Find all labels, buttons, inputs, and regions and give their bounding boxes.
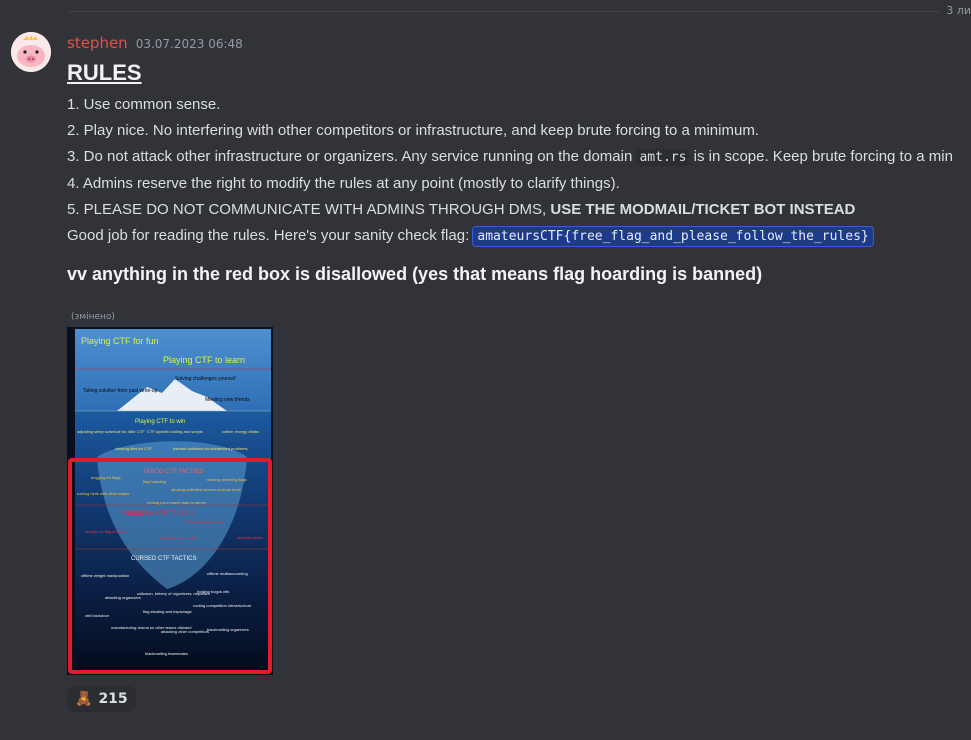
tier-text: ctfd backdoor [85, 613, 110, 618]
message: stephen 03.07.2023 06:48 RULES 1. Use co… [67, 34, 971, 285]
rule-5: 5. PLEASE DO NOT COMMUNICATE WITH ADMINS… [67, 197, 971, 223]
edited-label: (змінено) [71, 312, 115, 322]
tier-text: adderall abuse [237, 535, 264, 540]
rule-1: 1. Use common sense. [67, 96, 221, 113]
tier-text: TABOO CTF TACTICS [143, 469, 204, 475]
tier-text: banned solutions for unintended problems [173, 446, 248, 451]
rule-3-text-end: is in scope. Keep brute forcing to a min [689, 148, 953, 165]
tier-text: Meeting new friends [205, 397, 250, 403]
tier-text: sharing cheesing flags [207, 477, 247, 482]
tier-text: clearing tiles for CTF [115, 446, 152, 451]
tier-text: FORBIDDEN CTF TACTICS [119, 511, 194, 517]
tier-text: ctftime weight manipulation [81, 573, 129, 578]
tier-text: trading hints with other teams [77, 491, 129, 496]
tier-text: flag stealing and espionage [143, 609, 192, 614]
tier-text: Playing CTF to learn [163, 355, 245, 365]
message-header: stephen 03.07.2023 06:48 [67, 34, 971, 52]
timestamp[interactable]: 03.07.2023 06:48 [136, 37, 243, 51]
tier-text: blackmailing teammates [145, 651, 188, 656]
tier-text: Taking solution from past write-up [83, 388, 158, 394]
flag-code[interactable]: amateursCTF{free_flag_and_please_follow_… [472, 226, 874, 247]
tier-text: abusing unlimited servers to brute force [171, 487, 242, 492]
tier-text: renting ips in same data to server [147, 500, 207, 505]
username[interactable]: stephen [67, 34, 128, 52]
tier-text: attacking other competitors [161, 629, 209, 634]
tier-text: adjusting sleep schedule for 48hr CTF [77, 429, 145, 434]
rule-5-text: 5. PLEASE DO NOT COMMUNICATE WITH ADMINS… [67, 201, 551, 218]
rules-list: 1. Use common sense. 2. Play nice. No in… [67, 92, 971, 250]
iceberg-graphic: Playing CTF for fun Playing CTF to learn… [67, 327, 273, 675]
iceberg-image[interactable]: Playing CTF for fun Playing CTF to learn… [67, 327, 273, 675]
subheading: vv anything in the red box is disallowed… [67, 264, 763, 284]
divider-line [67, 11, 941, 12]
tier-text: Playing CTF to win [135, 419, 185, 425]
tier-text: flag hoarding [143, 479, 166, 484]
sanity-text: Good job for reading the rules. Here's y… [67, 227, 474, 244]
sanity-line: Good job for reading the rules. Here's y… [67, 223, 971, 250]
tier-text: coffee; energy drinks [222, 429, 259, 434]
divider-label: 3 ли [940, 4, 971, 17]
tier-text: CTF-specific tooling and scripts [147, 429, 203, 434]
tier-text: rooting competition infrastructure [193, 603, 252, 608]
tier-text: dropping in flags early [185, 519, 224, 524]
rule-5-bold: USE THE MODMAIL/TICKET BOT INSTEAD [550, 201, 856, 218]
rule-4: 4. Admins reserve the right to modify th… [67, 175, 620, 192]
tier-text: attacking organizers [105, 595, 141, 600]
domain-code: amt.rs [636, 149, 690, 166]
teddy-bear-icon: 🧸 [75, 691, 93, 707]
reaction-button[interactable]: 🧸 215 [67, 686, 136, 712]
rule-2: 2. Play nice. No interfering with other … [67, 122, 759, 139]
tier-text: Playing CTF for fun [81, 336, 159, 346]
avatar[interactable] [11, 32, 51, 72]
tier-text: CURSED CTF TACTICS [131, 556, 196, 562]
rule-3: 3. Do not attack other infrastructure or… [67, 144, 971, 171]
rules-title: RULES [67, 60, 142, 85]
tier-text: ctftime multiaccounting [207, 571, 248, 576]
reaction-count: 215 [98, 691, 128, 707]
tier-text: straight up flag sharing [85, 529, 125, 534]
rule-3-text: 3. Do not attack other infrastructure or… [67, 148, 637, 165]
tier-text: infiltrating other teams [159, 535, 198, 540]
pig-avatar-icon [11, 32, 51, 72]
tier-text: hosting bogus ctfs [197, 589, 229, 594]
tier-text: blackmailing organizers [207, 627, 249, 632]
tier-text: Solving challenges yourself [175, 376, 236, 382]
tier-text: begging for flags [91, 475, 121, 480]
